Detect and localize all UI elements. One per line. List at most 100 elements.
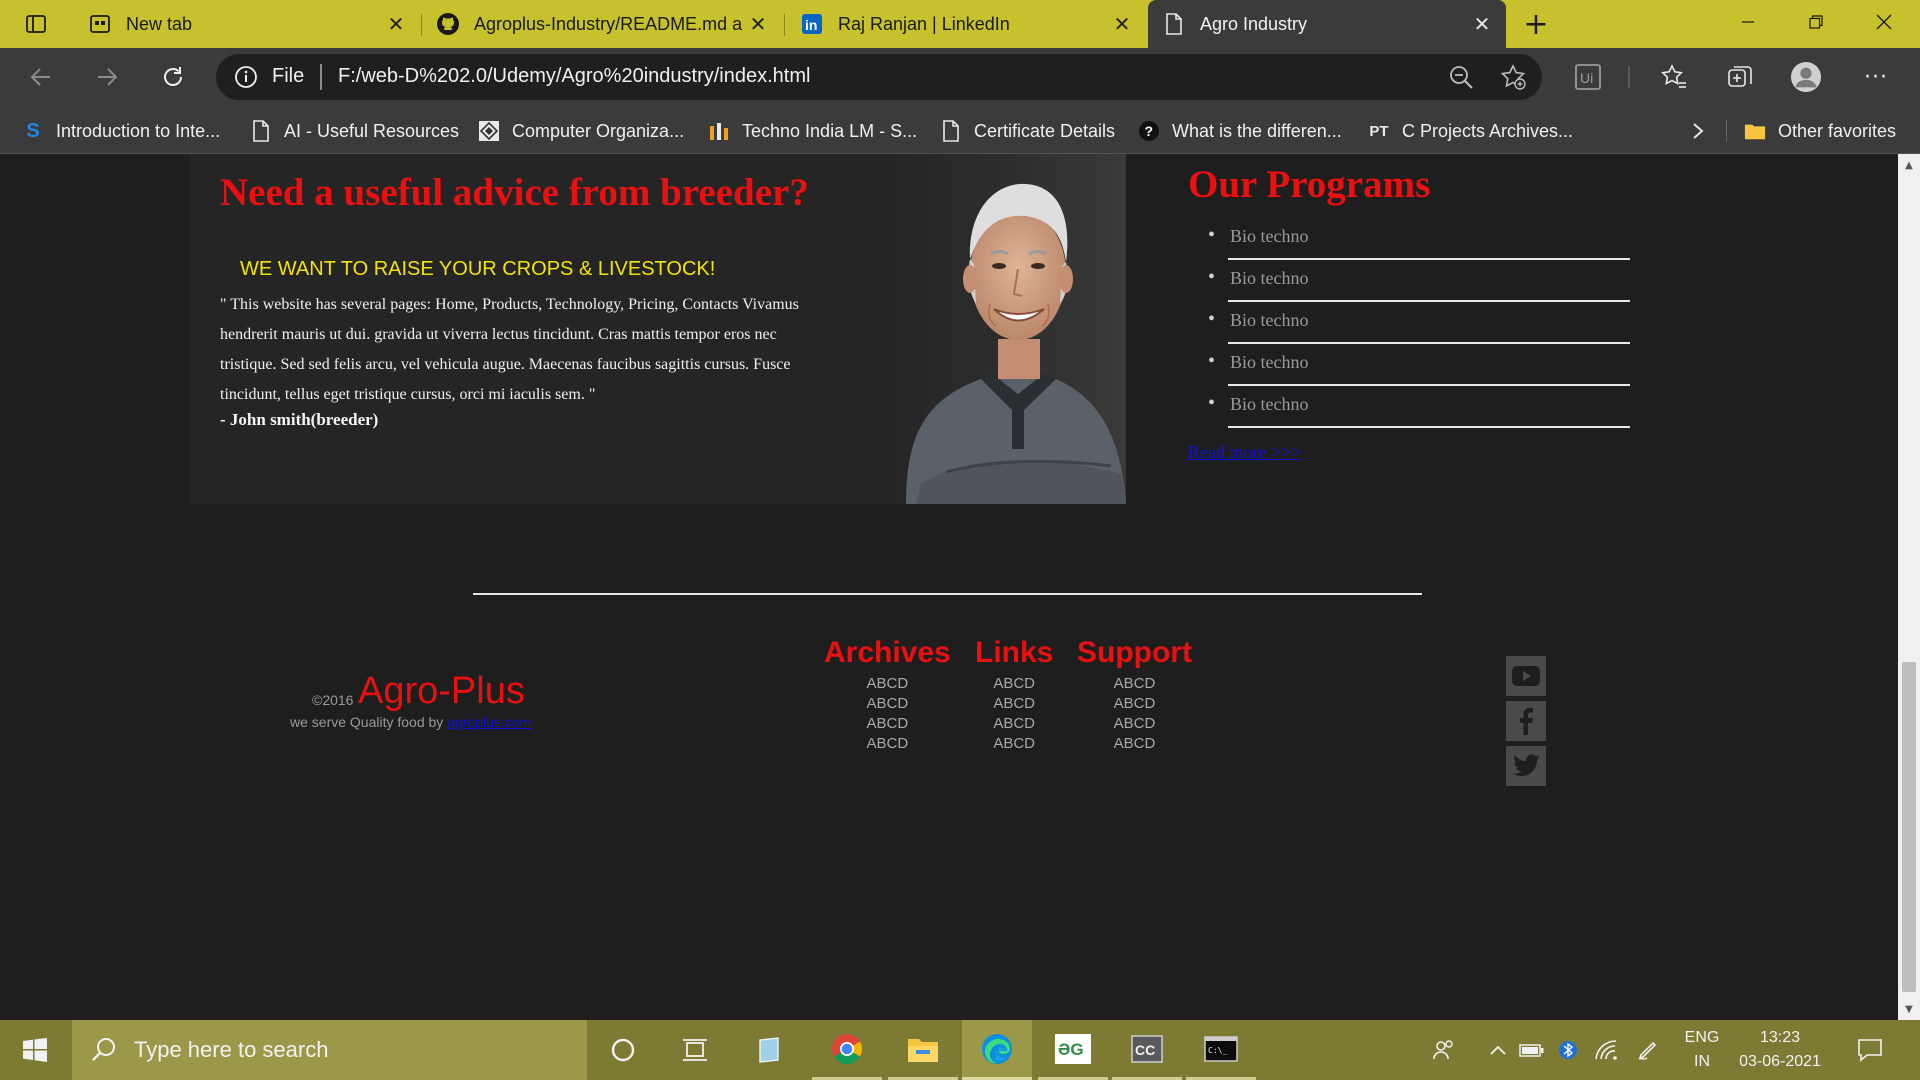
zoom-out-icon[interactable] [1448, 64, 1474, 90]
taskbar-app-edge[interactable] [962, 1020, 1032, 1080]
battery-icon[interactable] [1518, 1036, 1546, 1064]
task-view-button[interactable] [660, 1020, 730, 1080]
favorite-label: AI - Useful Resources [284, 120, 460, 141]
notification-center-button[interactable] [1856, 1036, 1884, 1064]
quote-author: - John smith(breeder) [220, 410, 379, 429]
favorites-star-icon [1661, 64, 1686, 88]
favorite-item[interactable]: ? What is the differen... [1138, 118, 1342, 144]
url-text[interactable]: F:/web-D%202.0/Udemy/Agro%20industry/ind… [338, 65, 810, 88]
column-links: ABCD ABCD ABCD ABCD [824, 674, 951, 754]
footer-link[interactable]: ABCD [1077, 714, 1192, 734]
close-window-button[interactable] [1850, 0, 1918, 44]
refresh-button[interactable] [152, 56, 194, 98]
question-icon: ? [1138, 120, 1160, 142]
taskbar-app-geeksforgeeks[interactable]: ƏG [1038, 1020, 1108, 1080]
svg-text:C:\_: C:\_ [1208, 1046, 1227, 1055]
taskbar-app-chrome[interactable] [812, 1020, 882, 1080]
facebook-link[interactable] [1506, 701, 1546, 741]
taskbar-app-terminal[interactable]: C:\_ [1186, 1020, 1256, 1080]
column-links: ABCD ABCD ABCD ABCD [975, 674, 1053, 754]
footer-link[interactable]: ABCD [1077, 674, 1192, 694]
tab-linkedin[interactable]: in Raj Ranjan | LinkedIn ✕ [786, 0, 1146, 48]
back-button[interactable] [20, 56, 62, 98]
youtube-link[interactable] [1506, 656, 1546, 696]
tab-github-readme[interactable]: Agroplus-Industry/README.md a ✕ [422, 0, 782, 48]
profile-button[interactable] [1790, 61, 1822, 93]
footer-link[interactable]: ABCD [1077, 734, 1192, 754]
advice-tagline: WE WANT TO RAISE YOUR CROPS & LIVESTOCK! [240, 258, 716, 280]
favorites-overflow-button[interactable] [1690, 118, 1706, 144]
page-scrollbar[interactable]: ▲ ▼ [1898, 154, 1920, 1020]
advice-heading: Need a useful advice from breeder? [220, 171, 809, 214]
gfg-icon: ƏG [1055, 1033, 1091, 1064]
address-bar[interactable]: File F:/web-D%202.0/Udemy/Agro%20industr… [216, 54, 1542, 100]
taskbar-search-box[interactable]: Type here to search [72, 1020, 587, 1080]
footer-link[interactable]: ABCD [975, 734, 1053, 754]
tab-agro-industry[interactable]: Agro Industry ✕ [1148, 0, 1506, 48]
close-icon[interactable]: ✕ [382, 10, 410, 38]
favorite-item[interactable]: PT C Projects Archives... [1368, 118, 1573, 144]
read-more-link[interactable]: Read more >>> [1188, 442, 1301, 463]
twitter-link[interactable] [1506, 746, 1546, 786]
extension-button[interactable]: Ui [1572, 61, 1604, 93]
program-item: Bio techno [1208, 218, 1630, 260]
scrollbar-thumb[interactable] [1902, 662, 1916, 992]
taskbar-app-file-explorer[interactable] [888, 1020, 958, 1080]
close-icon[interactable]: ✕ [744, 10, 772, 38]
new-tab-button[interactable]: + [1518, 6, 1554, 42]
footer-link[interactable]: ABCD [824, 734, 951, 754]
wifi-icon[interactable] [1592, 1036, 1620, 1064]
tab-new-tab[interactable]: New tab ✕ [74, 0, 420, 48]
program-item: Bio techno [1208, 386, 1630, 428]
favorite-item[interactable]: Computer Organiza... [478, 118, 684, 144]
info-icon[interactable] [234, 65, 258, 89]
svg-text:Ui: Ui [1580, 70, 1593, 86]
footer-link[interactable]: ABCD [824, 694, 951, 714]
footer-link[interactable]: ABCD [1077, 694, 1192, 714]
footer-column-support: Support ABCD ABCD ABCD ABCD [1077, 636, 1192, 754]
favorite-item[interactable]: Certificate Details [940, 118, 1115, 144]
close-icon[interactable]: ✕ [1468, 10, 1496, 38]
tab-separator [784, 14, 785, 36]
settings-more-button[interactable]: ··· [1860, 61, 1892, 93]
footer-link[interactable]: ABCD [824, 674, 951, 694]
footer-link[interactable]: ABCD [975, 674, 1053, 694]
start-button[interactable] [0, 1020, 70, 1080]
task-view-icon [683, 1039, 707, 1061]
favorite-label: What is the differen... [1172, 120, 1342, 141]
close-icon [1876, 14, 1892, 30]
footer-link[interactable]: ABCD [824, 714, 951, 734]
people-icon[interactable] [1430, 1036, 1458, 1064]
page-icon [250, 120, 272, 142]
taskbar-app-cc[interactable]: CC [1112, 1020, 1182, 1080]
input-language-indicator[interactable]: ENG IN [1682, 1026, 1722, 1074]
footer-column-archives: Archives ABCD ABCD ABCD ABCD [824, 636, 951, 754]
taskbar-clock[interactable]: 13:23 03-06-2021 [1730, 1026, 1830, 1074]
scroll-down-arrow-icon[interactable]: ▼ [1898, 998, 1920, 1020]
column-heading: Archives [824, 636, 951, 669]
footer-link[interactable]: ABCD [975, 714, 1053, 734]
address-separator [320, 64, 322, 90]
other-favorites-folder[interactable]: Other favorites [1744, 118, 1896, 144]
forward-button[interactable] [86, 56, 128, 98]
taskbar-app-notes[interactable] [734, 1020, 804, 1080]
collections-button[interactable] [1724, 61, 1756, 93]
footer-link[interactable]: ABCD [975, 694, 1053, 714]
chevron-up-icon[interactable] [1484, 1036, 1512, 1064]
tab-actions-button[interactable] [14, 10, 58, 38]
windows-taskbar: Type here to search ƏG CC C:\_ ENG IN 13… [0, 1020, 1920, 1080]
restore-button[interactable] [1782, 0, 1850, 44]
favorite-item[interactable]: AI - Useful Resources [250, 118, 459, 144]
agroplus-link[interactable]: agroplus.com [447, 714, 531, 730]
favorites-button[interactable] [1658, 61, 1690, 93]
favorite-item[interactable]: Techno India LM - S... [708, 118, 917, 144]
scroll-up-arrow-icon[interactable]: ▲ [1898, 154, 1920, 176]
minimize-button[interactable] [1714, 0, 1782, 44]
favorite-item[interactable]: S Introduction to Inte... [22, 118, 220, 144]
add-favorite-icon[interactable] [1500, 64, 1526, 90]
cortana-button[interactable] [588, 1020, 658, 1080]
close-icon[interactable]: ✕ [1108, 10, 1136, 38]
bluetooth-icon[interactable] [1554, 1036, 1582, 1064]
pen-icon[interactable] [1634, 1036, 1662, 1064]
language-region: IN [1694, 1053, 1710, 1070]
